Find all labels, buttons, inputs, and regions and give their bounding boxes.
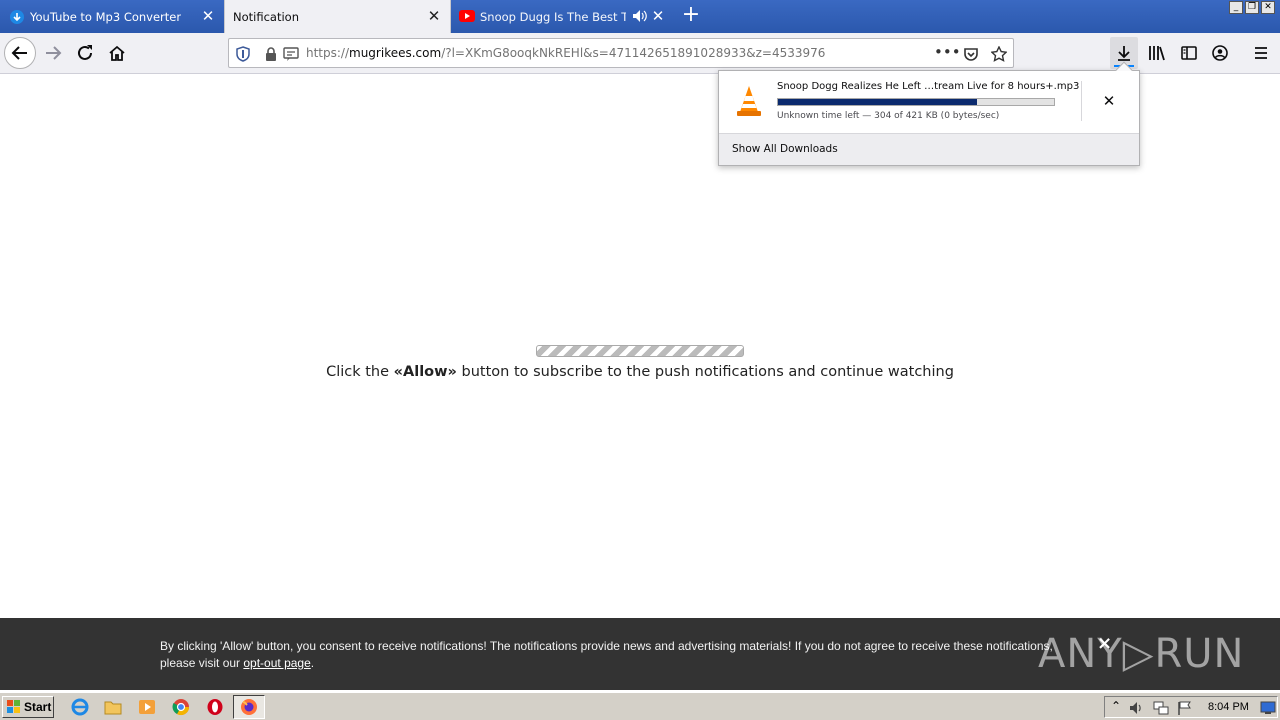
library-icon [1149, 46, 1165, 61]
system-tray: ⌃ [1104, 696, 1278, 718]
close-window-icon[interactable]: ✕ [1261, 1, 1275, 14]
new-tab-button[interactable]: + [680, 4, 702, 27]
speaker-icon[interactable] [632, 9, 648, 26]
download-status: Unknown time left — 304 of 421 KB (0 byt… [777, 111, 1000, 121]
opt-out-link[interactable]: opt-out page [243, 656, 310, 670]
download-progress-fill [778, 99, 978, 105]
volume-icon[interactable] [1129, 700, 1145, 719]
cancel-download-icon[interactable]: ✕ [1099, 91, 1119, 111]
tracking-shield-icon[interactable] [235, 46, 251, 62]
download-progress-bar [777, 98, 1055, 106]
forward-button[interactable] [38, 38, 68, 68]
download-filename: Snoop Dogg Realizes He Left …tream Live … [777, 81, 1080, 92]
reload-icon [78, 45, 92, 60]
nav-bar: https://mugrikees.com/?l=XKmG8ooqkNkREHl… [0, 33, 1280, 74]
home-button[interactable] [102, 38, 132, 68]
tab-close-icon[interactable]: ✕ [426, 7, 442, 25]
consent-text: By clicking 'Allow' button, you consent … [160, 639, 1053, 670]
youtube-icon [459, 10, 475, 25]
firefox-icon [241, 699, 257, 715]
home-icon [109, 45, 125, 61]
subscribe-message: Click the «Allow» button to subscribe to… [326, 364, 954, 380]
tab-snoop-dugg[interactable]: Snoop Dugg Is The Best Twitch ✕ [452, 0, 674, 33]
show-hidden-icons-icon[interactable]: ⌃ [1111, 699, 1121, 713]
url-bar[interactable]: https://mugrikees.com/?l=XKmG8ooqkNkREHl… [228, 38, 1014, 68]
page-actions-icon[interactable]: ••• [934, 45, 961, 62]
clock: 8:04 PM [1208, 701, 1249, 713]
tab-notification[interactable]: Notification ✕ [224, 0, 451, 33]
back-button[interactable] [4, 37, 36, 69]
library-button[interactable] [1142, 38, 1172, 68]
taskbar: Start ⌃ 8:04 PM [0, 692, 1280, 720]
consent-banner: By clicking 'Allow' button, you consent … [0, 618, 1280, 690]
account-icon [1212, 45, 1228, 61]
menu-button[interactable] [1246, 38, 1276, 68]
tab-youtube-to-mp3[interactable]: YouTube to Mp3 Converter ✕ [0, 0, 224, 33]
sidebar-icon [1181, 46, 1197, 60]
start-button[interactable]: Start [2, 696, 54, 718]
reload-button[interactable] [70, 38, 100, 68]
download-arrow-icon [1118, 46, 1130, 61]
lock-icon[interactable] [263, 46, 279, 62]
tab-label: YouTube to Mp3 Converter [30, 10, 182, 24]
account-button[interactable] [1205, 38, 1235, 68]
start-label: Start [24, 700, 52, 714]
network-icon[interactable] [1153, 700, 1169, 719]
media-player-icon[interactable] [138, 698, 156, 716]
windows-logo-icon [7, 700, 20, 713]
download-cloud-icon [9, 9, 25, 28]
back-arrow-icon [11, 46, 27, 60]
forward-arrow-icon [46, 46, 62, 60]
loading-bar [536, 345, 744, 357]
hamburger-menu-icon [1255, 47, 1267, 59]
allow-keyword: «Allow» [393, 364, 457, 380]
vlc-cone-icon [735, 85, 763, 121]
download-item[interactable]: Snoop Dogg Realizes He Left …tream Live … [719, 71, 1139, 133]
sidebar-button[interactable] [1174, 38, 1204, 68]
minimize-icon[interactable]: _ [1229, 1, 1243, 14]
bookmark-star-icon[interactable] [990, 45, 1008, 62]
url-text[interactable]: https://mugrikees.com/?l=XKmG8ooqkNkREHl… [306, 46, 825, 60]
pocket-icon[interactable] [963, 46, 979, 62]
tab-close-icon[interactable]: ✕ [200, 7, 216, 25]
permissions-icon[interactable] [283, 46, 299, 62]
tab-bar: YouTube to Mp3 Converter ✕ Notification … [0, 0, 1280, 33]
file-explorer-icon[interactable] [104, 698, 122, 716]
consent-close-icon[interactable]: × [1097, 633, 1112, 654]
tab-close-icon[interactable]: ✕ [650, 7, 666, 25]
tab-label: Snoop Dugg Is The Best Twitch [480, 10, 626, 24]
action-center-flag-icon[interactable] [1177, 700, 1193, 719]
tab-label: Notification [233, 10, 299, 24]
internet-explorer-icon[interactable] [71, 698, 89, 716]
downloads-panel: Snoop Dogg Realizes He Left …tream Live … [718, 61, 1140, 166]
firefox-taskbar-button[interactable] [233, 695, 265, 719]
restore-icon[interactable]: ❐ [1245, 1, 1259, 14]
opera-icon[interactable] [206, 698, 224, 716]
anyrun-watermark: ANY▷RUN [1038, 631, 1245, 677]
show-all-downloads-button[interactable]: Show All Downloads [732, 143, 838, 155]
chrome-icon[interactable] [172, 698, 190, 716]
downloads-footer[interactable]: Show All Downloads [719, 133, 1139, 165]
show-desktop-icon[interactable] [1260, 700, 1276, 719]
